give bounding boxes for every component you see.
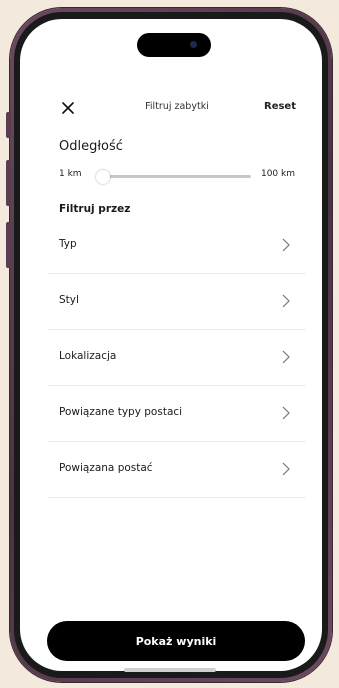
slider-max-label: 100 km: [260, 169, 295, 179]
chevron-right-icon: [282, 294, 290, 308]
chevron-right-icon: [282, 350, 290, 364]
filter-item-powiazane-typy-postaci[interactable]: Powiązane typy postaci: [48, 386, 306, 442]
filter-item-typ[interactable]: Typ: [48, 218, 306, 274]
chevron-right-icon: [282, 462, 290, 476]
filter-item-label: Powiązane typy postaci: [59, 406, 183, 418]
filter-list: Typ Styl Lokalizacja Powiązane typy post…: [48, 218, 306, 498]
volume-up-button: [6, 160, 11, 206]
slider-thumb[interactable]: [96, 170, 110, 184]
home-indicator: [124, 668, 216, 672]
dynamic-island: [137, 33, 211, 57]
filter-item-label: Typ: [59, 238, 77, 250]
action-button: [6, 112, 11, 138]
filter-heading: Filtruj przez: [59, 203, 131, 215]
show-results-button[interactable]: Pokaż wyniki: [47, 621, 305, 661]
chevron-right-icon: [282, 238, 290, 252]
filter-item-label: Lokalizacja: [59, 350, 117, 362]
distance-slider: 1 km 100 km: [59, 168, 295, 184]
filter-item-powiazana-postac[interactable]: Powiązana postać: [48, 442, 306, 498]
filter-item-styl[interactable]: Styl: [48, 274, 306, 330]
chevron-right-icon: [282, 406, 290, 420]
filter-item-label: Powiązana postać: [59, 462, 153, 474]
reset-button[interactable]: Reset: [264, 101, 296, 112]
volume-down-button: [6, 222, 11, 268]
page-title: Filtruj zabytki: [145, 101, 209, 112]
slider-min-label: 1 km: [59, 169, 82, 179]
slider-track[interactable]: [96, 170, 251, 184]
distance-heading: Odległość: [59, 139, 123, 154]
camera-icon: [190, 41, 197, 48]
top-bar: Filtruj zabytki Reset: [58, 98, 296, 118]
filter-item-lokalizacja[interactable]: Lokalizacja: [48, 330, 306, 386]
filter-item-label: Styl: [59, 294, 79, 306]
